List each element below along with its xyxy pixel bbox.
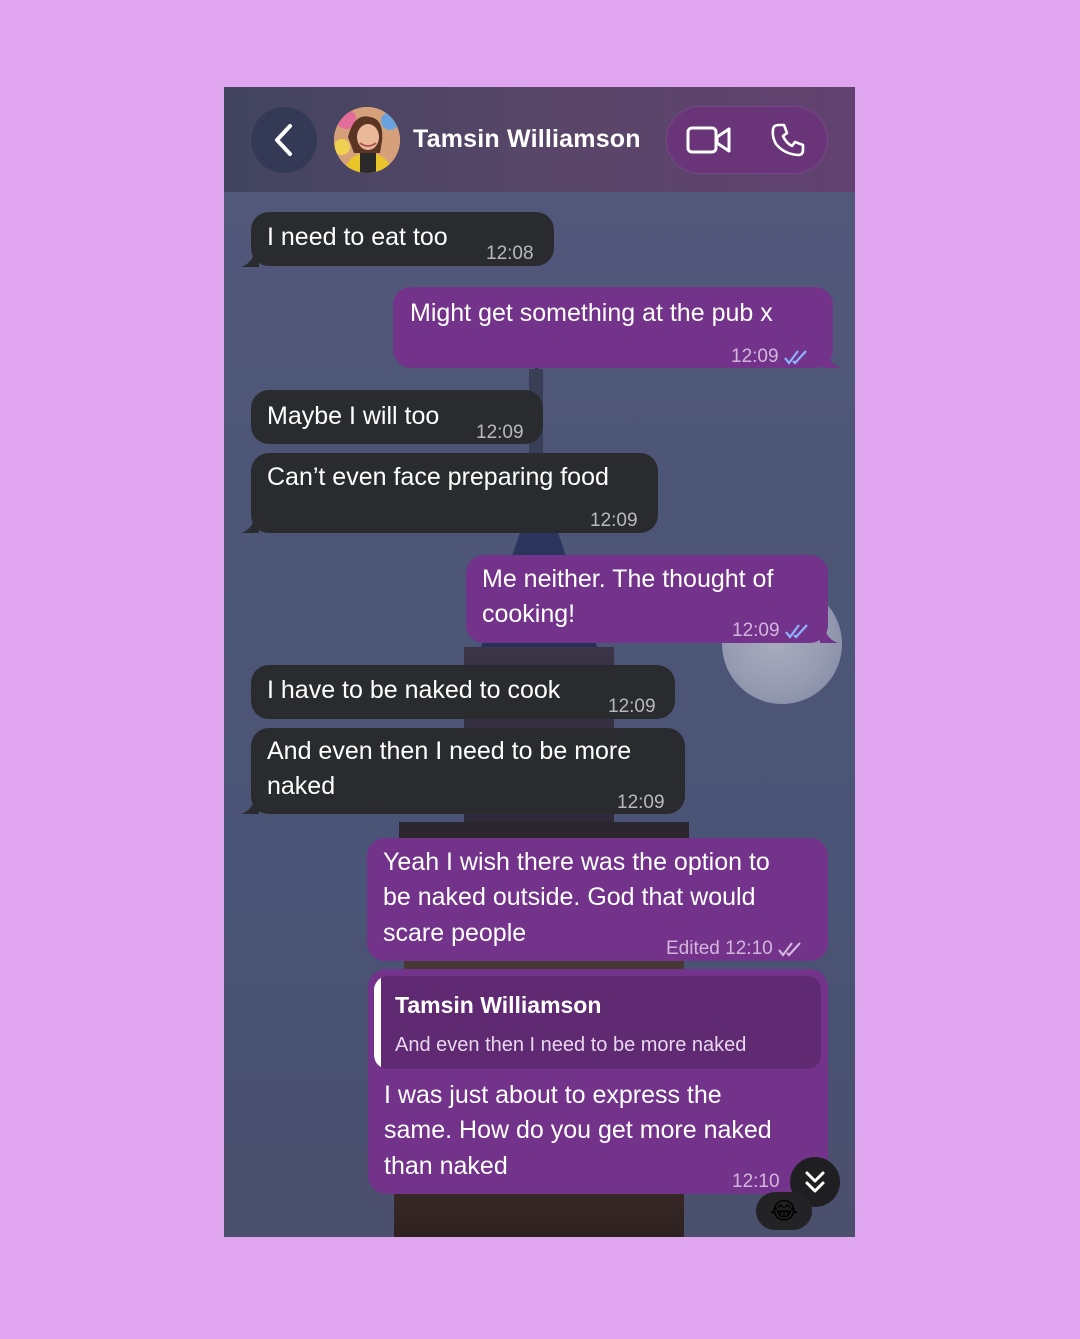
message-text-line: same. How do you get more naked: [384, 1116, 772, 1144]
message-text-line: Yeah I wish there was the option to: [383, 848, 770, 876]
message-time: 12:09: [732, 613, 810, 648]
video-camera-icon: [686, 126, 731, 154]
message-text-line: cooking!: [482, 600, 576, 628]
message-time: 12:08: [486, 243, 534, 264]
chat-screen: Tamsin Williamson I need to eat too 12:0…: [224, 87, 855, 1237]
bubble-tail: [241, 515, 259, 533]
reply-quote-bar: [374, 976, 381, 1069]
bubble-tail: [820, 625, 838, 643]
message-text-line: scare people: [383, 919, 527, 947]
video-call-button[interactable]: [684, 120, 734, 160]
message-text: Maybe I will too: [267, 402, 440, 430]
message-bubble-incoming[interactable]: I need to eat too 12:08: [251, 212, 554, 266]
reply-quote[interactable]: Tamsin Williamson And even then I need t…: [374, 976, 821, 1069]
message-time-value: 12:09: [731, 346, 779, 367]
message-bubble-incoming[interactable]: Can’t even face preparing food 12:09: [251, 453, 658, 533]
message-time: 12:09: [617, 792, 665, 813]
reaction-badge[interactable]: 😂: [756, 1192, 812, 1230]
laughing-emoji-icon: 😂: [769, 1197, 799, 1225]
voice-call-button[interactable]: [766, 120, 810, 160]
message-bubble-outgoing-reply[interactable]: Tamsin Williamson And even then I need t…: [368, 969, 828, 1194]
double-check-icon: [777, 942, 801, 957]
double-check-read-icon: [783, 350, 807, 365]
phone-icon: [771, 123, 805, 157]
call-actions: [666, 106, 828, 174]
message-text: I have to be naked to cook: [267, 676, 561, 704]
message-bubble-outgoing[interactable]: Yeah I wish there was the option to be n…: [367, 838, 828, 961]
message-bubble-outgoing[interactable]: Me neither. The thought of cooking! 12:0…: [466, 555, 828, 643]
message-text-line: And even then I need to be more: [267, 737, 632, 765]
message-text-line: be naked outside. God that would: [383, 883, 756, 911]
message-bubble-incoming[interactable]: I have to be naked to cook 12:09: [251, 665, 675, 719]
double-check-read-icon: [784, 624, 808, 639]
avatar[interactable]: [334, 107, 400, 173]
contact-name[interactable]: Tamsin Williamson: [413, 125, 641, 154]
message-text: Can’t even face preparing food: [267, 463, 609, 491]
message-time: 12:09: [731, 339, 809, 374]
message-text: Might get something at the pub x: [410, 299, 773, 327]
message-time: 12:09: [590, 510, 638, 531]
message-bubble-outgoing[interactable]: Might get something at the pub x 12:09: [393, 287, 833, 368]
reply-quote-author: Tamsin Williamson: [395, 992, 602, 1018]
message-time: 12:09: [608, 696, 656, 717]
message-bubble-incoming[interactable]: And even then I need to be more naked 12…: [251, 728, 685, 814]
avatar-photo: [334, 107, 400, 173]
message-text-line: naked: [267, 772, 336, 800]
message-text-line: Me neither. The thought of: [482, 565, 774, 593]
chat-header: Tamsin Williamson: [224, 87, 855, 192]
message-time: 12:09: [476, 422, 524, 443]
bubble-tail: [241, 796, 259, 814]
message-text: I need to eat too: [267, 223, 448, 251]
reply-quote-text: And even then I need to be more naked: [395, 1034, 747, 1056]
bubble-tail: [823, 350, 841, 368]
message-text-line: I was just about to express the: [384, 1081, 722, 1109]
message-text-line: than naked: [384, 1152, 508, 1180]
back-button[interactable]: [250, 106, 318, 174]
message-time: Edited 12:10: [666, 931, 803, 966]
double-chevron-down-icon: [805, 1171, 825, 1193]
message-time-value: 12:09: [732, 620, 780, 641]
chevron-left-icon: [275, 124, 292, 156]
bubble-tail: [241, 249, 259, 267]
message-bubble-incoming[interactable]: Maybe I will too 12:09: [251, 390, 543, 444]
message-time-value: 12:10: [725, 938, 773, 959]
edited-label: Edited: [666, 938, 720, 959]
